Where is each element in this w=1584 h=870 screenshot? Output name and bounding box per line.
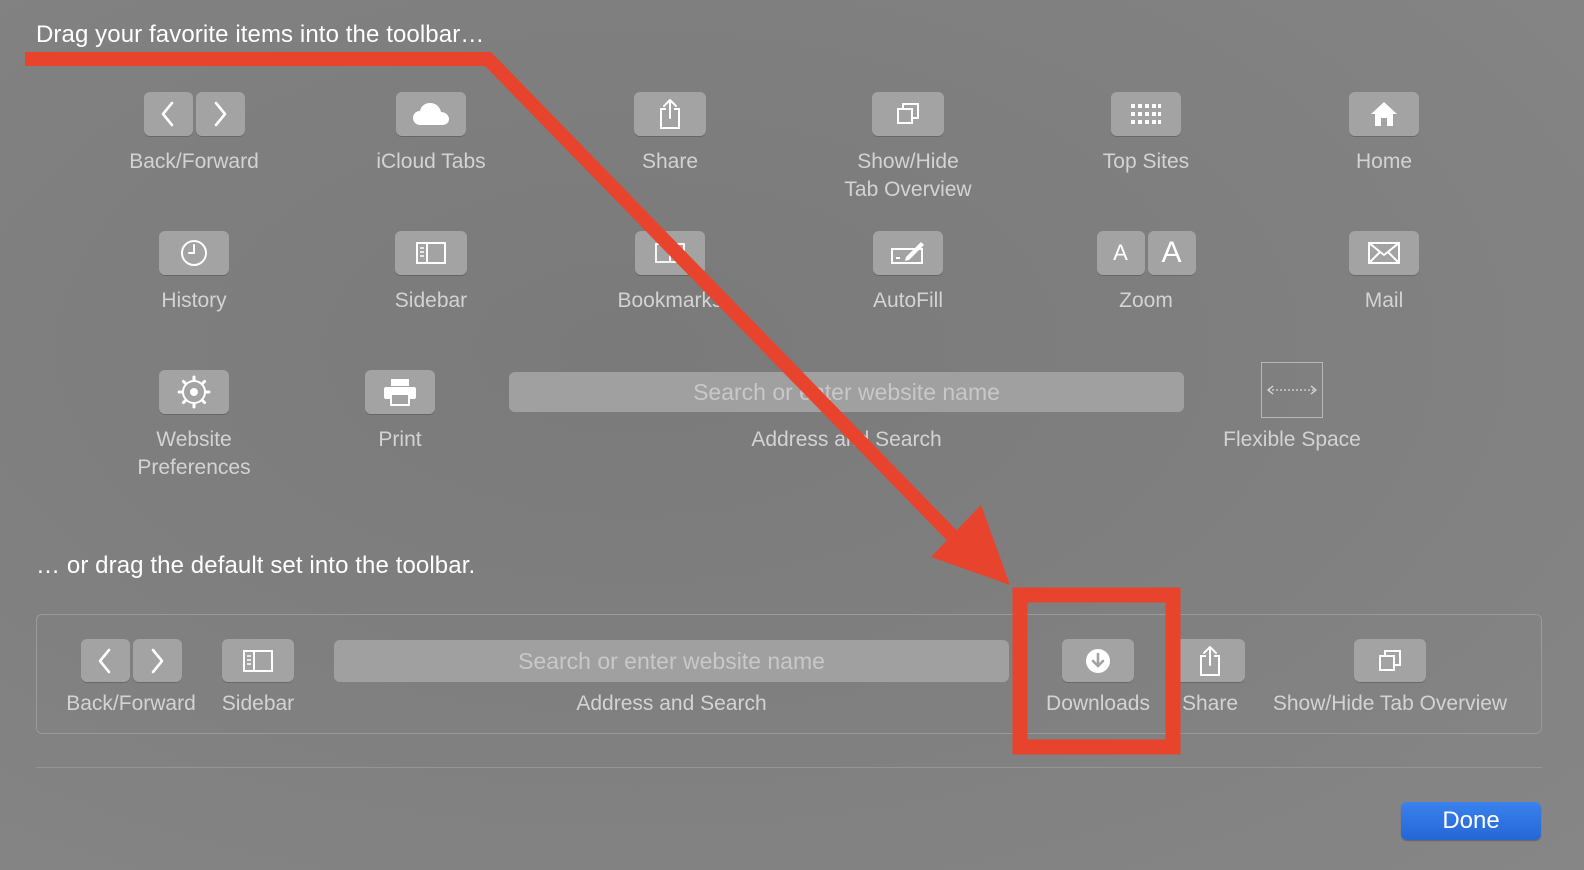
default-item-tab-overview[interactable]: Show/Hide Tab Overview xyxy=(1259,639,1521,718)
palette-item-bookmarks[interactable]: Bookmarks xyxy=(570,231,770,315)
printer-icon xyxy=(365,370,435,414)
share-icon xyxy=(634,92,706,136)
palette-item-tab-overview[interactable]: Show/Hide Tab Overview xyxy=(808,92,1008,204)
palette-item-print[interactable]: Print xyxy=(300,370,500,454)
envelope-icon xyxy=(1349,231,1419,275)
palette-item-label: Share xyxy=(641,150,699,173)
default-item-back-forward[interactable]: Back/Forward xyxy=(60,639,202,718)
palette-item-label: Top Sites xyxy=(1102,150,1190,173)
chevron-right-icon xyxy=(132,639,182,682)
zoom-in-icon: A xyxy=(1147,231,1196,275)
palette-item-label: Show/Hide Tab Overview xyxy=(844,150,972,201)
default-item-label: Sidebar xyxy=(221,692,295,715)
palette-item-label: Mail xyxy=(1364,289,1404,312)
palette-item-label: History xyxy=(161,289,227,312)
cloud-icon xyxy=(396,92,466,136)
flexible-space-icon xyxy=(1261,362,1323,418)
palette-item-label: Home xyxy=(1355,150,1413,173)
palette-item-label: Zoom xyxy=(1119,289,1173,312)
gear-icon xyxy=(159,370,229,414)
palette-item-autofill[interactable]: AutoFill xyxy=(808,231,1008,315)
palette-item-mail[interactable]: Mail xyxy=(1284,231,1484,315)
palette-item-home[interactable]: Home xyxy=(1284,92,1484,176)
palette-item-label: Address and Search xyxy=(751,428,942,451)
palette-item-label: Bookmarks xyxy=(617,289,723,312)
share-icon xyxy=(1175,639,1245,682)
default-item-label: Address and Search xyxy=(576,692,767,715)
palette-item-back-forward[interactable]: Back/Forward xyxy=(94,92,294,176)
tab-overview-icon xyxy=(872,92,944,136)
bookmarks-icon xyxy=(635,231,705,275)
palette-item-sidebar[interactable]: Sidebar xyxy=(331,231,531,315)
zoom-out-icon: A xyxy=(1096,231,1145,275)
default-set-toolbar[interactable]: Back/Forward Sidebar Search or enter web… xyxy=(36,614,1542,734)
sidebar-icon xyxy=(222,639,294,682)
default-item-address-search[interactable]: Search or enter website name Address and… xyxy=(334,640,1009,718)
palette-item-label: Flexible Space xyxy=(1223,428,1361,451)
palette-item-website-preferences[interactable]: Website Preferences xyxy=(94,370,294,482)
palette-item-label: iCloud Tabs xyxy=(376,150,486,173)
palette-item-share[interactable]: Share xyxy=(570,92,770,176)
palette-item-label: Website Preferences xyxy=(137,428,251,479)
palette-item-flexible-space[interactable]: Flexible Space xyxy=(1192,362,1392,454)
palette-item-top-sites[interactable]: Top Sites xyxy=(1046,92,1246,176)
done-button[interactable]: Done xyxy=(1401,802,1541,840)
default-item-downloads[interactable]: Downloads xyxy=(1039,639,1157,718)
chevron-left-icon xyxy=(143,92,193,136)
default-item-sidebar[interactable]: Sidebar xyxy=(219,639,297,718)
back-forward-button[interactable] xyxy=(143,92,245,136)
home-icon xyxy=(1349,92,1419,136)
address-search-field[interactable]: Search or enter website name xyxy=(509,372,1184,412)
default-item-label: Back/Forward xyxy=(66,692,196,715)
sidebar-icon xyxy=(395,231,467,275)
palette-item-icloud-tabs[interactable]: iCloud Tabs xyxy=(331,92,531,176)
default-item-label: Downloads xyxy=(1046,692,1150,715)
separator xyxy=(36,767,1542,768)
default-set-heading: … or drag the default set into the toolb… xyxy=(36,552,476,579)
zoom-buttons[interactable]: A A xyxy=(1096,231,1196,275)
default-item-label: Share xyxy=(1181,692,1239,715)
clock-icon xyxy=(159,231,229,275)
default-item-label: Show/Hide Tab Overview xyxy=(1272,692,1508,715)
palette-item-label: AutoFill xyxy=(872,289,944,312)
palette-item-label: Sidebar xyxy=(394,289,468,312)
tab-overview-icon xyxy=(1354,639,1426,682)
download-icon xyxy=(1062,639,1134,682)
grid-icon xyxy=(1111,92,1181,136)
chevron-right-icon xyxy=(195,92,245,136)
palette-item-history[interactable]: History xyxy=(94,231,294,315)
palette-item-address-search[interactable]: Search or enter website name Address and… xyxy=(509,372,1184,454)
pencil-icon xyxy=(873,231,943,275)
palette-item-zoom[interactable]: A A Zoom xyxy=(1046,231,1246,315)
default-address-search-field[interactable]: Search or enter website name xyxy=(334,640,1009,682)
default-item-share[interactable]: Share xyxy=(1175,639,1245,718)
chevron-left-icon xyxy=(80,639,130,682)
palette-item-label: Print xyxy=(378,428,422,451)
palette-item-label: Back/Forward xyxy=(129,150,259,173)
favorites-heading: Drag your favorite items into the toolba… xyxy=(36,21,485,48)
